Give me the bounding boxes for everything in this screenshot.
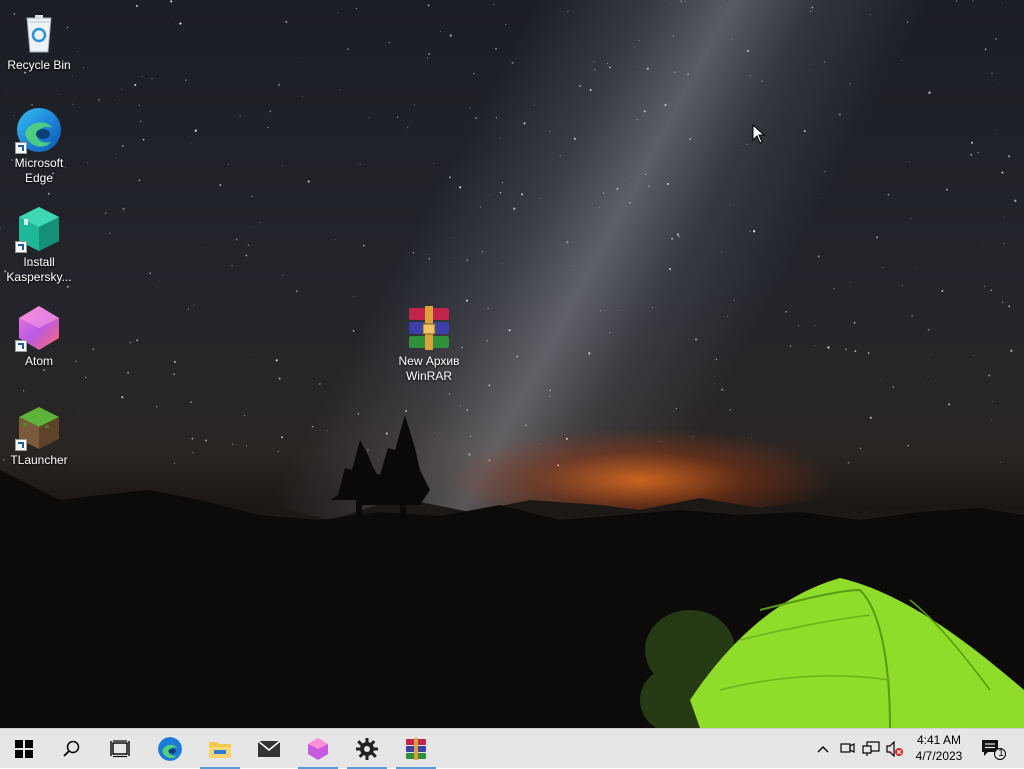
shortcut-arrow-icon: [15, 241, 27, 253]
desktop-icon-atom[interactable]: Atom: [0, 304, 78, 369]
clock-time: 4:41 AM: [916, 733, 962, 747]
atom-icon: [15, 304, 63, 352]
edge-icon: [15, 106, 63, 154]
volume-button[interactable]: [884, 729, 906, 769]
recycle-bin-icon: [15, 8, 63, 56]
search-icon: [63, 740, 80, 757]
start-button[interactable]: [0, 729, 48, 769]
action-center-button[interactable]: 1: [976, 729, 1010, 769]
desktop-icon-recycle-bin[interactable]: Recycle Bin: [0, 8, 78, 73]
winrar-archive-icon: [405, 304, 453, 352]
edge-taskbar-button[interactable]: [146, 729, 194, 769]
desktop-icon-new-winrar-archive[interactable]: New Архив WinRAR: [390, 304, 468, 384]
shortcut-arrow-icon: [15, 439, 27, 451]
atom-icon: [308, 738, 328, 760]
edge-icon: [158, 737, 182, 761]
taskbar: 4:41 AM 4/7/2023 1: [0, 728, 1024, 769]
network-icon: [862, 741, 880, 756]
desktop-icon-tlauncher[interactable]: TLauncher: [0, 403, 78, 468]
mail-taskbar-button[interactable]: [245, 729, 293, 769]
desktop-icon-microsoft-edge[interactable]: Microsoft Edge: [0, 106, 78, 186]
task-view-icon: [110, 740, 130, 758]
gear-icon: [356, 738, 378, 760]
desktop-icon-label: Recycle Bin: [7, 58, 71, 72]
shortcut-arrow-icon: [15, 340, 27, 352]
desktop-icon-label: Microsoft Edge: [14, 156, 64, 185]
winrar-taskbar-button[interactable]: [392, 729, 440, 769]
chevron-up-icon: [817, 746, 829, 753]
landscape: [0, 415, 1024, 728]
clock-date: 4/7/2023: [915, 749, 963, 763]
volume-muted-icon: [886, 741, 903, 757]
folder-icon: [209, 742, 231, 758]
shortcut-arrow-icon: [15, 142, 27, 154]
search-button[interactable]: [48, 729, 96, 769]
mail-icon: [257, 740, 281, 757]
desktop-icon-label: New Архив WinRAR: [398, 354, 460, 383]
network-button[interactable]: [860, 729, 882, 769]
meet-now-button[interactable]: [837, 729, 857, 769]
desktop-icon-label: TLauncher: [10, 453, 68, 467]
settings-taskbar-button[interactable]: [343, 729, 391, 769]
desktop[interactable]: Recycle Bin Microsoft Edge Install Kaspe…: [0, 0, 1024, 728]
task-view-button[interactable]: [96, 729, 144, 769]
desktop-icon-label: Atom: [24, 354, 53, 368]
desktop-icon-install-kaspersky[interactable]: Install Kaspersky...: [0, 205, 78, 285]
tlauncher-icon: [15, 403, 63, 451]
windows-logo-icon: [15, 740, 33, 758]
mouse-cursor-icon: [752, 124, 766, 144]
meet-now-icon: [840, 743, 855, 753]
winrar-icon: [406, 738, 426, 760]
pine-trees: [330, 415, 430, 520]
notification-count-badge: 1: [998, 748, 1004, 759]
atom-taskbar-button[interactable]: [294, 729, 342, 769]
show-hidden-icons-button[interactable]: [812, 729, 834, 769]
file-explorer-taskbar-button[interactable]: [196, 729, 244, 769]
kaspersky-icon: [15, 205, 63, 253]
desktop-icon-label: Install Kaspersky...: [6, 255, 72, 284]
clock-button[interactable]: 4:41 AM 4/7/2023: [908, 732, 970, 764]
